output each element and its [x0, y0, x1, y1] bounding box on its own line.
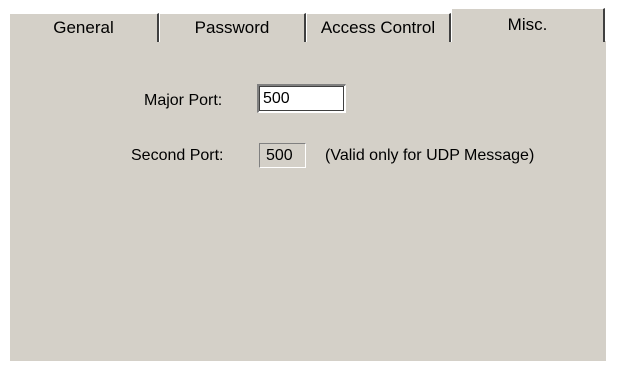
tab-access-control[interactable]: Access Control — [306, 13, 451, 42]
tab-misc[interactable]: Misc. — [451, 8, 605, 42]
major-port-label: Major Port: — [144, 92, 223, 109]
tab-general[interactable]: General — [9, 13, 159, 42]
settings-dialog: General Password Access Control Misc. Ma… — [0, 0, 620, 372]
second-port-note: (Valid only for UDP Message) — [325, 147, 535, 164]
major-port-input[interactable]: 500 — [257, 84, 346, 113]
tab-password[interactable]: Password — [159, 13, 306, 42]
second-port-label: Second Port: — [131, 147, 224, 164]
tab-strip: General Password Access Control Misc. — [9, 8, 609, 42]
second-port-input: 500 — [259, 143, 306, 168]
